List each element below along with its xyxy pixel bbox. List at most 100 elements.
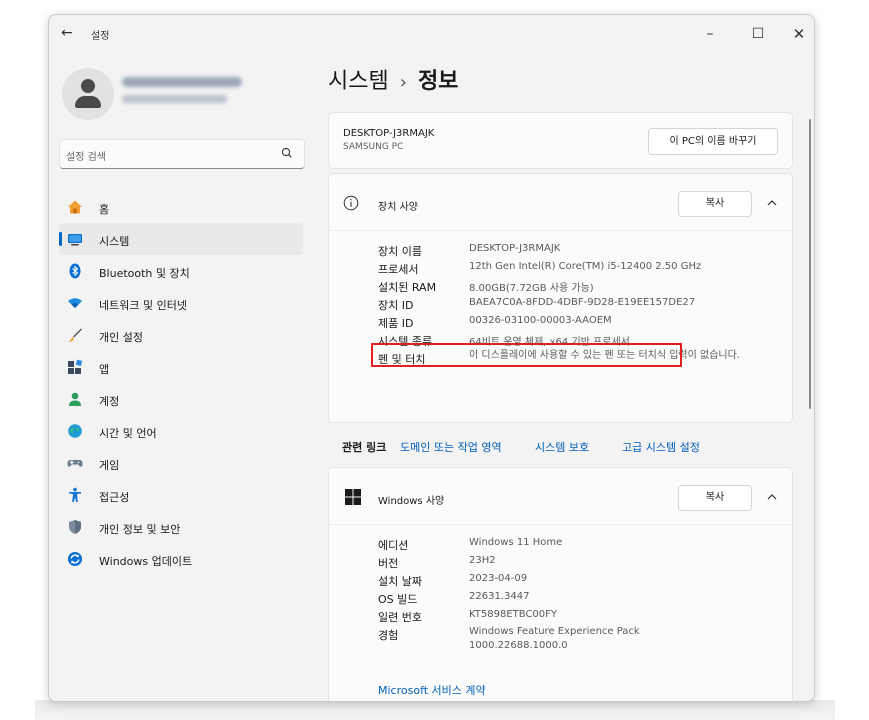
spec-key: 프로세서 bbox=[378, 263, 419, 276]
breadcrumb-parent[interactable]: 시스템 bbox=[328, 69, 389, 94]
device-specs-card: 장치 사양 복사 장치 이름 DESKTOP-J3RMAJK 프로세서 12th… bbox=[328, 173, 793, 423]
chevron-up-icon[interactable] bbox=[765, 490, 779, 504]
sidebar-item-label: Windows 업데이트 bbox=[99, 555, 193, 568]
spec-value: KT5898ETBC00FY bbox=[469, 609, 558, 620]
sidebar-item-gaming[interactable]: 게임 bbox=[59, 447, 303, 479]
section-divider bbox=[329, 230, 792, 231]
spec-value: BAEA7C0A-8FDD-4DBF-9D28-E19EE157DE27 bbox=[469, 297, 696, 308]
sidebar-item-label: 시간 및 언어 bbox=[99, 427, 157, 440]
back-button[interactable]: ← bbox=[61, 25, 73, 41]
sidebar-item-label: 홈 bbox=[99, 203, 110, 216]
device-specs-header[interactable]: 장치 사양 복사 bbox=[329, 174, 792, 230]
rename-pc-button[interactable]: 이 PC의 이름 바꾸기 bbox=[648, 128, 778, 155]
sidebar-item-accounts[interactable]: 계정 bbox=[59, 383, 303, 415]
spec-value: 2023-04-09 bbox=[469, 573, 528, 584]
network-icon bbox=[68, 298, 82, 308]
spec-value: Windows 11 Home bbox=[469, 537, 563, 548]
search-input[interactable]: 설정 검색 bbox=[59, 139, 305, 169]
sidebar-item-network[interactable]: 네트워크 및 인터넷 bbox=[59, 287, 303, 319]
user-email-blurred bbox=[122, 95, 227, 103]
spec-value: 8.00GB(7.72GB 사용 가능) bbox=[469, 283, 594, 294]
sidebar-item-privacy[interactable]: 개인 정보 및 보안 bbox=[59, 511, 303, 543]
sidebar-item-label: 계정 bbox=[99, 395, 120, 408]
copy-windows-specs-button[interactable]: 복사 bbox=[678, 485, 752, 511]
search-icon[interactable] bbox=[280, 146, 294, 160]
spec-key: 장치 이름 bbox=[378, 245, 422, 258]
game-icon bbox=[67, 460, 83, 467]
sidebar-item-personalization[interactable]: 개인 설정 bbox=[59, 319, 303, 351]
windows-logo-icon bbox=[345, 489, 361, 505]
spec-value: DESKTOP-J3RMAJK bbox=[469, 243, 561, 254]
windows-specs-card: Windows 사양 복사 에디션 Windows 11 Home 버전 23H… bbox=[328, 467, 793, 701]
spec-key: 에디션 bbox=[378, 539, 409, 552]
spec-key: OS 빌드 bbox=[378, 593, 418, 606]
shield-icon bbox=[69, 520, 81, 534]
spec-value: Windows Feature Experience Pack 1000.226… bbox=[469, 626, 640, 651]
sidebar-item-system[interactable]: 시스템 bbox=[59, 223, 303, 255]
scrollbar[interactable] bbox=[809, 119, 811, 409]
section-divider bbox=[329, 524, 792, 525]
spec-key: 경험 bbox=[378, 629, 399, 642]
copy-device-specs-button[interactable]: 복사 bbox=[678, 191, 752, 217]
sidebar-item-windows-update[interactable]: Windows 업데이트 bbox=[59, 543, 303, 575]
active-indicator bbox=[59, 232, 62, 246]
related-links: 관련 링크 도메인 또는 작업 영역 시스템 보호 고급 시스템 설정 bbox=[328, 428, 791, 462]
app-title: 설정 bbox=[91, 31, 110, 42]
spec-key: 장치 ID bbox=[378, 299, 414, 312]
sidebar-item-label: 접근성 bbox=[99, 491, 130, 504]
home-icon bbox=[68, 200, 82, 214]
spec-key: 버전 bbox=[378, 557, 399, 570]
brush-icon bbox=[68, 328, 82, 342]
sidebar-item-time-language[interactable]: 시간 및 언어 bbox=[59, 415, 303, 447]
apps-icon bbox=[68, 359, 83, 374]
sidebar-item-bluetooth[interactable]: Bluetooth 및 장치 bbox=[59, 255, 303, 287]
sidebar-item-label: 게임 bbox=[99, 459, 120, 472]
settings-window: ← 설정 – ☐ ✕ 설정 검색 홈 시스템 Bluetooth 및 장치 네트… bbox=[48, 14, 815, 702]
sidebar-item-apps[interactable]: 앱 bbox=[59, 351, 303, 383]
windows-specs-header[interactable]: Windows 사양 복사 bbox=[329, 468, 792, 524]
spec-value: 12th Gen Intel(R) Core(TM) i5-12400 2.50… bbox=[469, 261, 702, 272]
title-bar: ← 설정 – ☐ ✕ bbox=[49, 15, 814, 53]
spec-value: 23H2 bbox=[469, 555, 496, 566]
avatar-head-shape bbox=[81, 79, 95, 93]
device-specs-title: 장치 사양 bbox=[378, 202, 418, 213]
sidebar-item-home[interactable]: 홈 bbox=[59, 191, 303, 223]
close-button[interactable]: ✕ bbox=[784, 23, 814, 45]
sidebar-item-label: 개인 설정 bbox=[99, 331, 143, 344]
system-type-highlight-box bbox=[371, 343, 682, 367]
pc-model: SAMSUNG PC bbox=[343, 142, 404, 152]
sidebar-item-accessibility[interactable]: 접근성 bbox=[59, 479, 303, 511]
sidebar-nav: 홈 시스템 Bluetooth 및 장치 네트워크 및 인터넷 개인 설정 앱 … bbox=[59, 191, 303, 575]
avatar[interactable] bbox=[62, 68, 114, 120]
breadcrumb-current: 정보 bbox=[417, 69, 459, 94]
sidebar-item-label: 개인 정보 및 보안 bbox=[99, 523, 181, 536]
account-icon bbox=[69, 392, 81, 406]
search-placeholder: 설정 검색 bbox=[66, 152, 106, 163]
user-name-blurred bbox=[122, 77, 242, 87]
spec-value: 00326-03100-00003-AAOEM bbox=[469, 315, 612, 326]
avatar-body-shape bbox=[75, 96, 101, 108]
sidebar-item-label: 시스템 bbox=[99, 235, 130, 248]
spec-key: 설치 날짜 bbox=[378, 575, 422, 588]
microsoft-services-agreement-link[interactable]: Microsoft 서비스 계약 bbox=[378, 682, 486, 698]
sidebar-item-label: 네트워크 및 인터넷 bbox=[99, 299, 187, 312]
system-icon bbox=[68, 234, 82, 246]
link-advanced-system-settings[interactable]: 고급 시스템 설정 bbox=[622, 439, 700, 455]
sidebar-item-label: Bluetooth 및 장치 bbox=[99, 267, 190, 280]
breadcrumb-separator: › bbox=[399, 72, 407, 93]
pc-name: DESKTOP-J3RMAJK bbox=[343, 128, 435, 139]
windows-specs-title: Windows 사양 bbox=[378, 496, 445, 507]
screen-background bbox=[35, 700, 835, 720]
chevron-up-icon[interactable] bbox=[765, 196, 779, 210]
globe-clock-icon bbox=[68, 424, 82, 438]
minimize-button[interactable]: – bbox=[695, 23, 725, 45]
link-domain-workgroup[interactable]: 도메인 또는 작업 영역 bbox=[400, 439, 502, 455]
link-system-protection[interactable]: 시스템 보호 bbox=[535, 439, 589, 455]
spec-key: 제품 ID bbox=[378, 317, 414, 330]
maximize-button[interactable]: ☐ bbox=[743, 23, 773, 45]
sidebar-item-label: 앱 bbox=[99, 363, 110, 376]
update-icon bbox=[68, 552, 82, 566]
page-title: 시스템 › 정보 bbox=[328, 63, 458, 95]
bluetooth-icon bbox=[69, 263, 81, 279]
pc-name-card: DESKTOP-J3RMAJK SAMSUNG PC 이 PC의 이름 바꾸기 bbox=[328, 112, 793, 169]
